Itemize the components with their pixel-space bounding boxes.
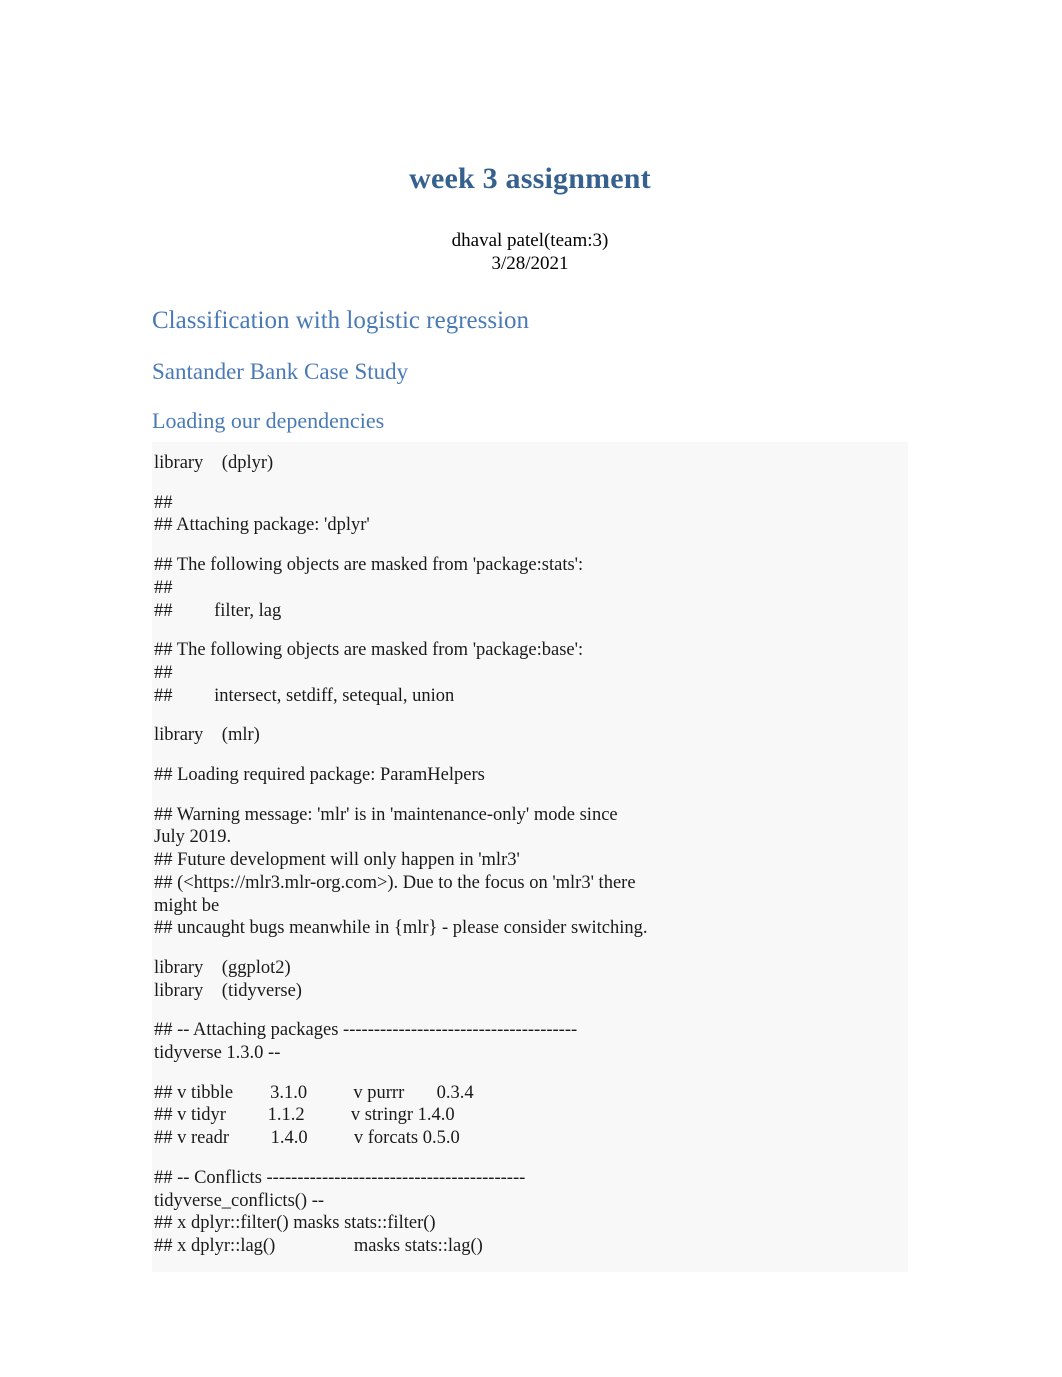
code-line: ## Future development will only happen i… xyxy=(154,850,520,871)
code-group-gap xyxy=(152,1002,908,1019)
page-title: week 3 assignment xyxy=(409,162,651,195)
heading-santander-bank-case-study: Santander Bank Case Study xyxy=(152,359,409,384)
code-line: July 2019. xyxy=(154,827,232,848)
heading-classification-with-logistic-regression: Classification with logistic regression xyxy=(152,307,530,334)
code-group-gap xyxy=(152,537,908,554)
code-line: ## filter, lag xyxy=(154,600,282,621)
code-group-gap xyxy=(152,1065,908,1082)
code-line: ## v tibble 3.1.0 v purrr 0.3.4 xyxy=(154,1082,474,1103)
code-line: library (tidyverse) xyxy=(154,980,302,1001)
document-author: dhaval patel(team:3) xyxy=(451,229,609,251)
code-line: library (dplyr) xyxy=(154,452,274,473)
code-line: ## Attaching package: 'dplyr' xyxy=(154,515,370,536)
code-line: ## -- Conflicts ------------------------… xyxy=(154,1167,526,1188)
code-line: ## xyxy=(154,577,178,598)
code-line: ## -- Attaching packages ---------------… xyxy=(154,1020,578,1041)
code-line: ## The following objects are masked from… xyxy=(154,555,584,576)
code-line: ## Warning message: 'mlr' is in 'mainten… xyxy=(154,804,618,825)
document-page: week 3 assignment dhaval patel(team:3) 3… xyxy=(0,0,1062,1377)
code-line: ## uncaught bugs meanwhile in {mlr} - pl… xyxy=(154,918,648,939)
code-line: might be xyxy=(154,895,220,916)
heading-loading-our-dependencies: Loading our dependencies xyxy=(152,407,385,433)
code-line: ## The following objects are masked from… xyxy=(154,640,584,661)
code-group-gap xyxy=(152,622,908,639)
code-line: tidyverse 1.3.0 -- xyxy=(154,1043,281,1064)
code-line: ## xyxy=(154,492,178,513)
code-group-gap xyxy=(152,940,908,957)
code-line: ## xyxy=(154,662,178,683)
document-content: week 3 assignment dhaval patel(team:3) 3… xyxy=(152,0,908,1272)
code-output-block: library (dplyr) ## ## Attaching package: … xyxy=(152,441,908,1272)
code-line: ## Loading required package: ParamHelper… xyxy=(154,765,485,786)
code-line: library (mlr) xyxy=(154,725,260,746)
code-line: ## (<https://mlr3.mlr-org.com>). Due to … xyxy=(154,872,636,893)
code-group-gap xyxy=(152,707,908,724)
code-line: ## intersect, setdiff, setequal, union xyxy=(154,685,455,706)
code-line: ## x dplyr::filter() masks stats::filter… xyxy=(154,1213,436,1234)
code-group-gap xyxy=(152,475,908,492)
code-group-gap xyxy=(152,787,908,804)
code-group-gap xyxy=(152,747,908,764)
code-group-gap xyxy=(152,1150,908,1167)
code-line: tidyverse_conflicts() -- xyxy=(154,1190,325,1211)
code-line: ## x dplyr::lag() masks stats::lag() xyxy=(154,1235,483,1256)
code-line: ## v readr 1.4.0 v forcats 0.5.0 xyxy=(154,1128,460,1149)
code-line: ## v tidyr 1.1.2 v stringr 1.4.0 xyxy=(154,1105,455,1126)
document-date: 3/28/2021 xyxy=(491,253,569,275)
code-line: library (ggplot2) xyxy=(154,957,291,978)
